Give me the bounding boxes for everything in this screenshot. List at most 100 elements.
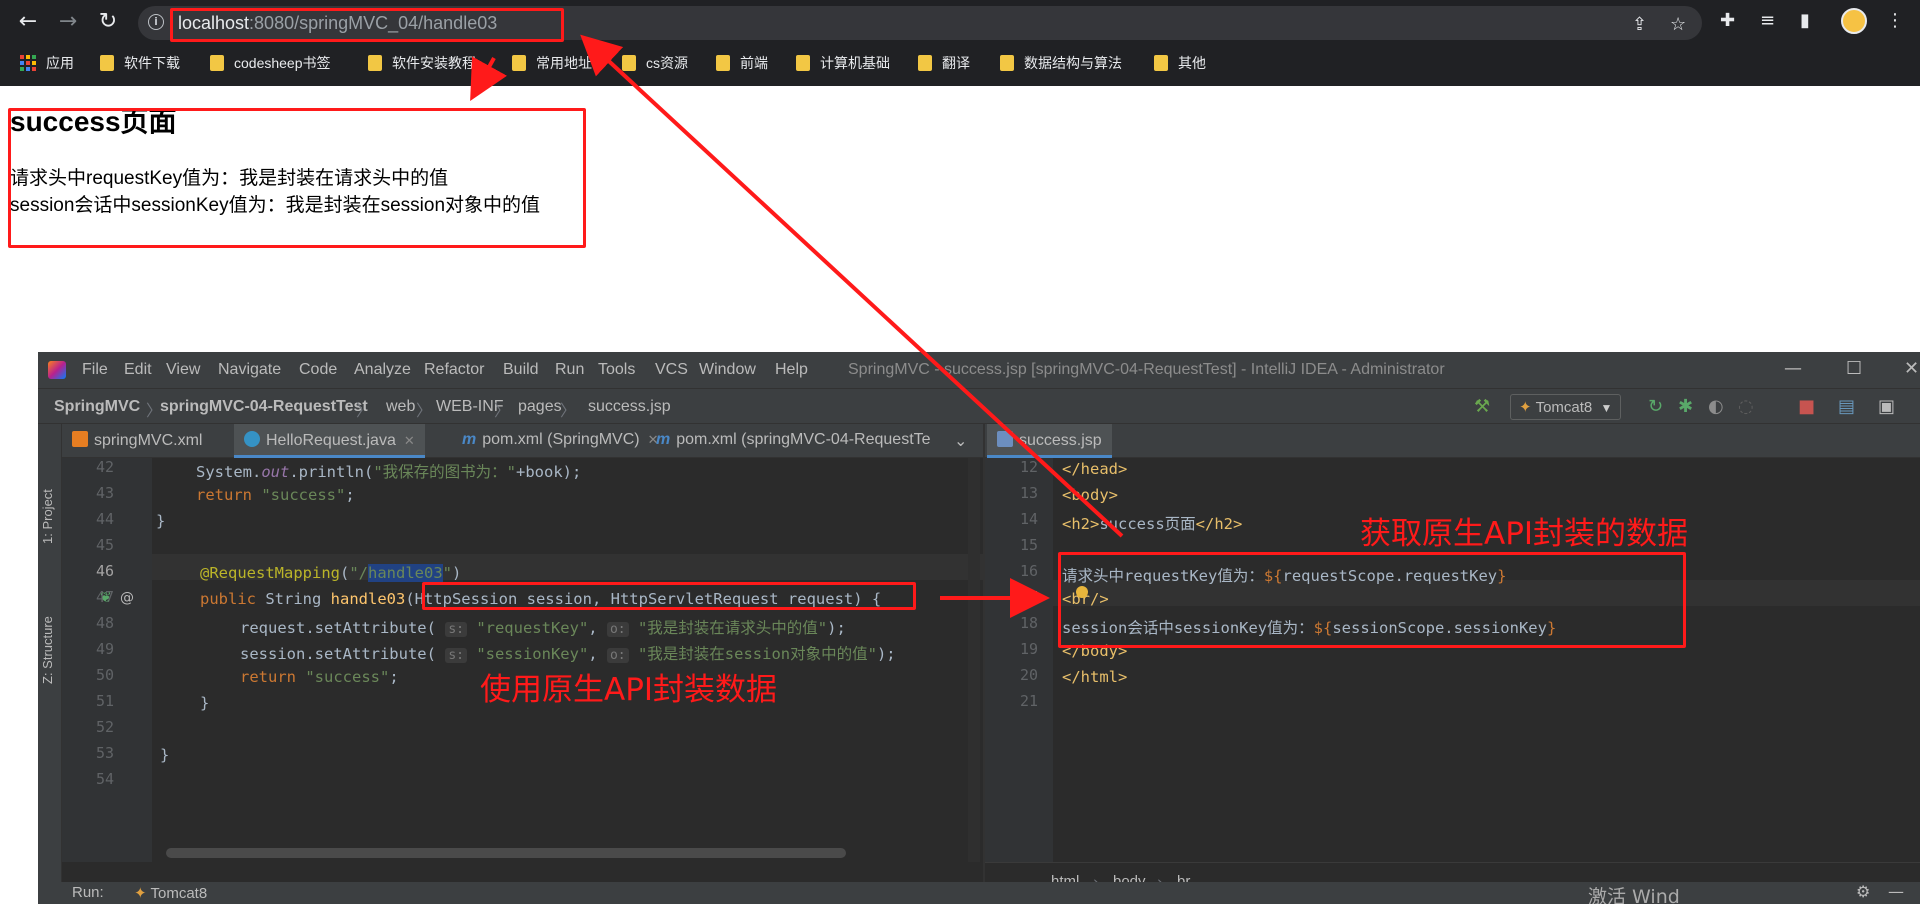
share-icon[interactable]: ⇪ xyxy=(1632,16,1647,34)
tab-pom-springmvc[interactable]: m pom.xml (SpringMVC) ✕ xyxy=(452,424,669,458)
chevron-right-icon: 〉 xyxy=(416,401,433,420)
extensions-icon[interactable]: ✚ xyxy=(1720,10,1735,32)
vertical-scrollbar[interactable] xyxy=(968,458,980,862)
bookmark-folder[interactable]: cs资源 xyxy=(622,52,688,74)
build-hammer-icon[interactable]: ⚒ xyxy=(1474,396,1490,417)
line-number: 45 xyxy=(95,536,114,554)
navigation-breadcrumb: SpringMVC 〉 springMVC-04-RequestTest 〉 w… xyxy=(38,388,1920,424)
bookmark-folder[interactable]: 前端 xyxy=(716,52,768,74)
chevron-down-icon: ▼ xyxy=(1600,401,1613,415)
structure-tool-tab[interactable]: Z: Structure xyxy=(40,616,55,684)
folder-icon xyxy=(796,55,810,71)
minimize-icon[interactable]: — xyxy=(1784,358,1802,379)
profile-avatar[interactable] xyxy=(1841,8,1867,34)
bookmark-apps[interactable]: 应用 xyxy=(20,52,74,74)
folder-icon xyxy=(622,55,636,71)
profile-icon[interactable]: ◌ xyxy=(1738,396,1754,417)
bookmark-folder[interactable]: 软件下载 xyxy=(100,52,180,74)
bookmark-folder[interactable]: 常用地址 xyxy=(512,52,592,74)
tab-springmvc-xml[interactable]: springMVC.xml xyxy=(62,424,212,458)
bean-gutter-icon[interactable]: ❦ xyxy=(100,590,112,606)
menu-file[interactable]: File xyxy=(82,361,108,379)
menu-kebab-icon[interactable]: ⋮ xyxy=(1886,10,1904,32)
at-gutter-icon[interactable]: @ xyxy=(120,590,134,606)
bookmark-star-icon[interactable]: ☆ xyxy=(1670,16,1686,34)
menu-help[interactable]: Help xyxy=(775,361,808,379)
apps-grid-icon xyxy=(20,55,36,71)
annotation-left: 使用原生API封装数据 xyxy=(480,672,778,708)
crumb-file[interactable]: success.jsp xyxy=(588,398,671,416)
folder-icon xyxy=(716,55,730,71)
jsp-file-icon xyxy=(997,431,1013,447)
menu-build[interactable]: Build xyxy=(503,361,539,379)
menu-code[interactable]: Code xyxy=(299,361,337,379)
side-panel-icon[interactable]: ▮ xyxy=(1800,10,1810,32)
menu-view[interactable]: View xyxy=(166,361,200,379)
site-info-icon[interactable]: i xyxy=(148,14,164,30)
annotation-right: 获取原生API封装的数据 xyxy=(1360,516,1689,552)
menu-analyze[interactable]: Analyze xyxy=(354,361,411,379)
menu-refactor[interactable]: Refactor xyxy=(424,361,484,379)
bookmark-folder[interactable]: 数据结构与算法 xyxy=(1000,52,1122,74)
run-config-select[interactable]: ✦ Tomcat8 ▼ xyxy=(1510,394,1622,420)
project-structure-icon[interactable]: ▤ xyxy=(1838,396,1855,417)
menu-vcs[interactable]: VCS xyxy=(655,361,688,379)
bookmark-folder[interactable]: 计算机基础 xyxy=(796,52,890,74)
bookmark-folder[interactable]: 其他 xyxy=(1154,52,1206,74)
line-number: 12 xyxy=(1019,458,1038,476)
line-number: 44 xyxy=(95,510,114,528)
line-number: 52 xyxy=(95,718,114,736)
url-highlight-box xyxy=(170,8,564,42)
line-number: 46 xyxy=(95,562,114,580)
tab-pom-module[interactable]: m pom.xml (springMVC-04-RequestTe xyxy=(646,424,941,458)
line-number: 21 xyxy=(1019,692,1038,710)
menu-run[interactable]: Run xyxy=(555,361,584,379)
run-tool-bar: Run: ✦ Tomcat8 激活 Wind ⚙ — xyxy=(38,882,1920,904)
code-line: } xyxy=(156,512,166,530)
rerun-icon[interactable]: ↻ xyxy=(1648,396,1663,417)
forward-arrow-icon[interactable]: → xyxy=(54,8,82,36)
menu-edit[interactable]: Edit xyxy=(124,361,152,379)
terminal-icon[interactable]: ▣ xyxy=(1878,396,1895,417)
crumb-web[interactable]: web xyxy=(386,398,415,416)
chevron-right-icon: 〉 xyxy=(356,401,373,420)
media-control-icon[interactable]: ≡ xyxy=(1760,10,1775,32)
tab-success-jsp[interactable]: success.jsp xyxy=(987,424,1112,458)
back-arrow-icon[interactable]: ← xyxy=(14,8,42,36)
tab-hellorequest-java[interactable]: HelloRequest.java ✕ xyxy=(234,424,425,458)
crumb-pages[interactable]: pages xyxy=(518,398,562,416)
bookmark-folder[interactable]: 软件安装教程 xyxy=(368,52,476,74)
close-icon[interactable]: ✕ xyxy=(1904,358,1919,379)
code-line: return "success"; xyxy=(196,486,355,504)
maven-icon: m xyxy=(462,431,477,448)
coverage-icon[interactable]: ◐ xyxy=(1708,396,1724,417)
stop-icon[interactable]: ■ xyxy=(1798,396,1815,417)
folder-icon xyxy=(100,55,114,71)
bookmark-folder[interactable]: 翻译 xyxy=(918,52,970,74)
project-tool-tab[interactable]: 1: Project xyxy=(40,489,55,544)
horizontal-scrollbar[interactable] xyxy=(166,848,846,858)
line-number: 48 xyxy=(95,614,114,632)
close-tab-icon[interactable]: ✕ xyxy=(404,433,415,448)
line-number: 51 xyxy=(95,692,114,710)
menu-window[interactable]: Window xyxy=(699,361,756,379)
crumb-project[interactable]: SpringMVC xyxy=(54,398,140,416)
run-label: Run: xyxy=(72,884,104,901)
code-line: @RequestMapping("/handle03") xyxy=(200,564,462,582)
line-number: 54 xyxy=(95,770,114,788)
debug-bug-icon[interactable]: ✱ xyxy=(1678,396,1693,417)
intellij-logo-icon xyxy=(48,361,66,379)
maximize-icon[interactable]: ☐ xyxy=(1846,358,1862,379)
menu-tools[interactable]: Tools xyxy=(598,361,635,379)
run-tab-tomcat[interactable]: ✦ Tomcat8 xyxy=(134,884,207,902)
folder-icon xyxy=(210,55,224,71)
menu-navigate[interactable]: Navigate xyxy=(218,361,281,379)
reload-icon[interactable]: ↻ xyxy=(94,8,122,36)
bookmark-folder[interactable]: codesheep书签 xyxy=(210,52,331,74)
jsp-highlight-box xyxy=(1058,552,1686,648)
hide-panel-icon[interactable]: — xyxy=(1888,882,1904,901)
crumb-module[interactable]: springMVC-04-RequestTest xyxy=(160,398,368,416)
tabs-overflow-chevron-icon[interactable]: ⌄ xyxy=(950,424,971,458)
code-line: </html> xyxy=(1062,668,1128,686)
settings-gear-icon[interactable]: ⚙ xyxy=(1856,882,1870,901)
